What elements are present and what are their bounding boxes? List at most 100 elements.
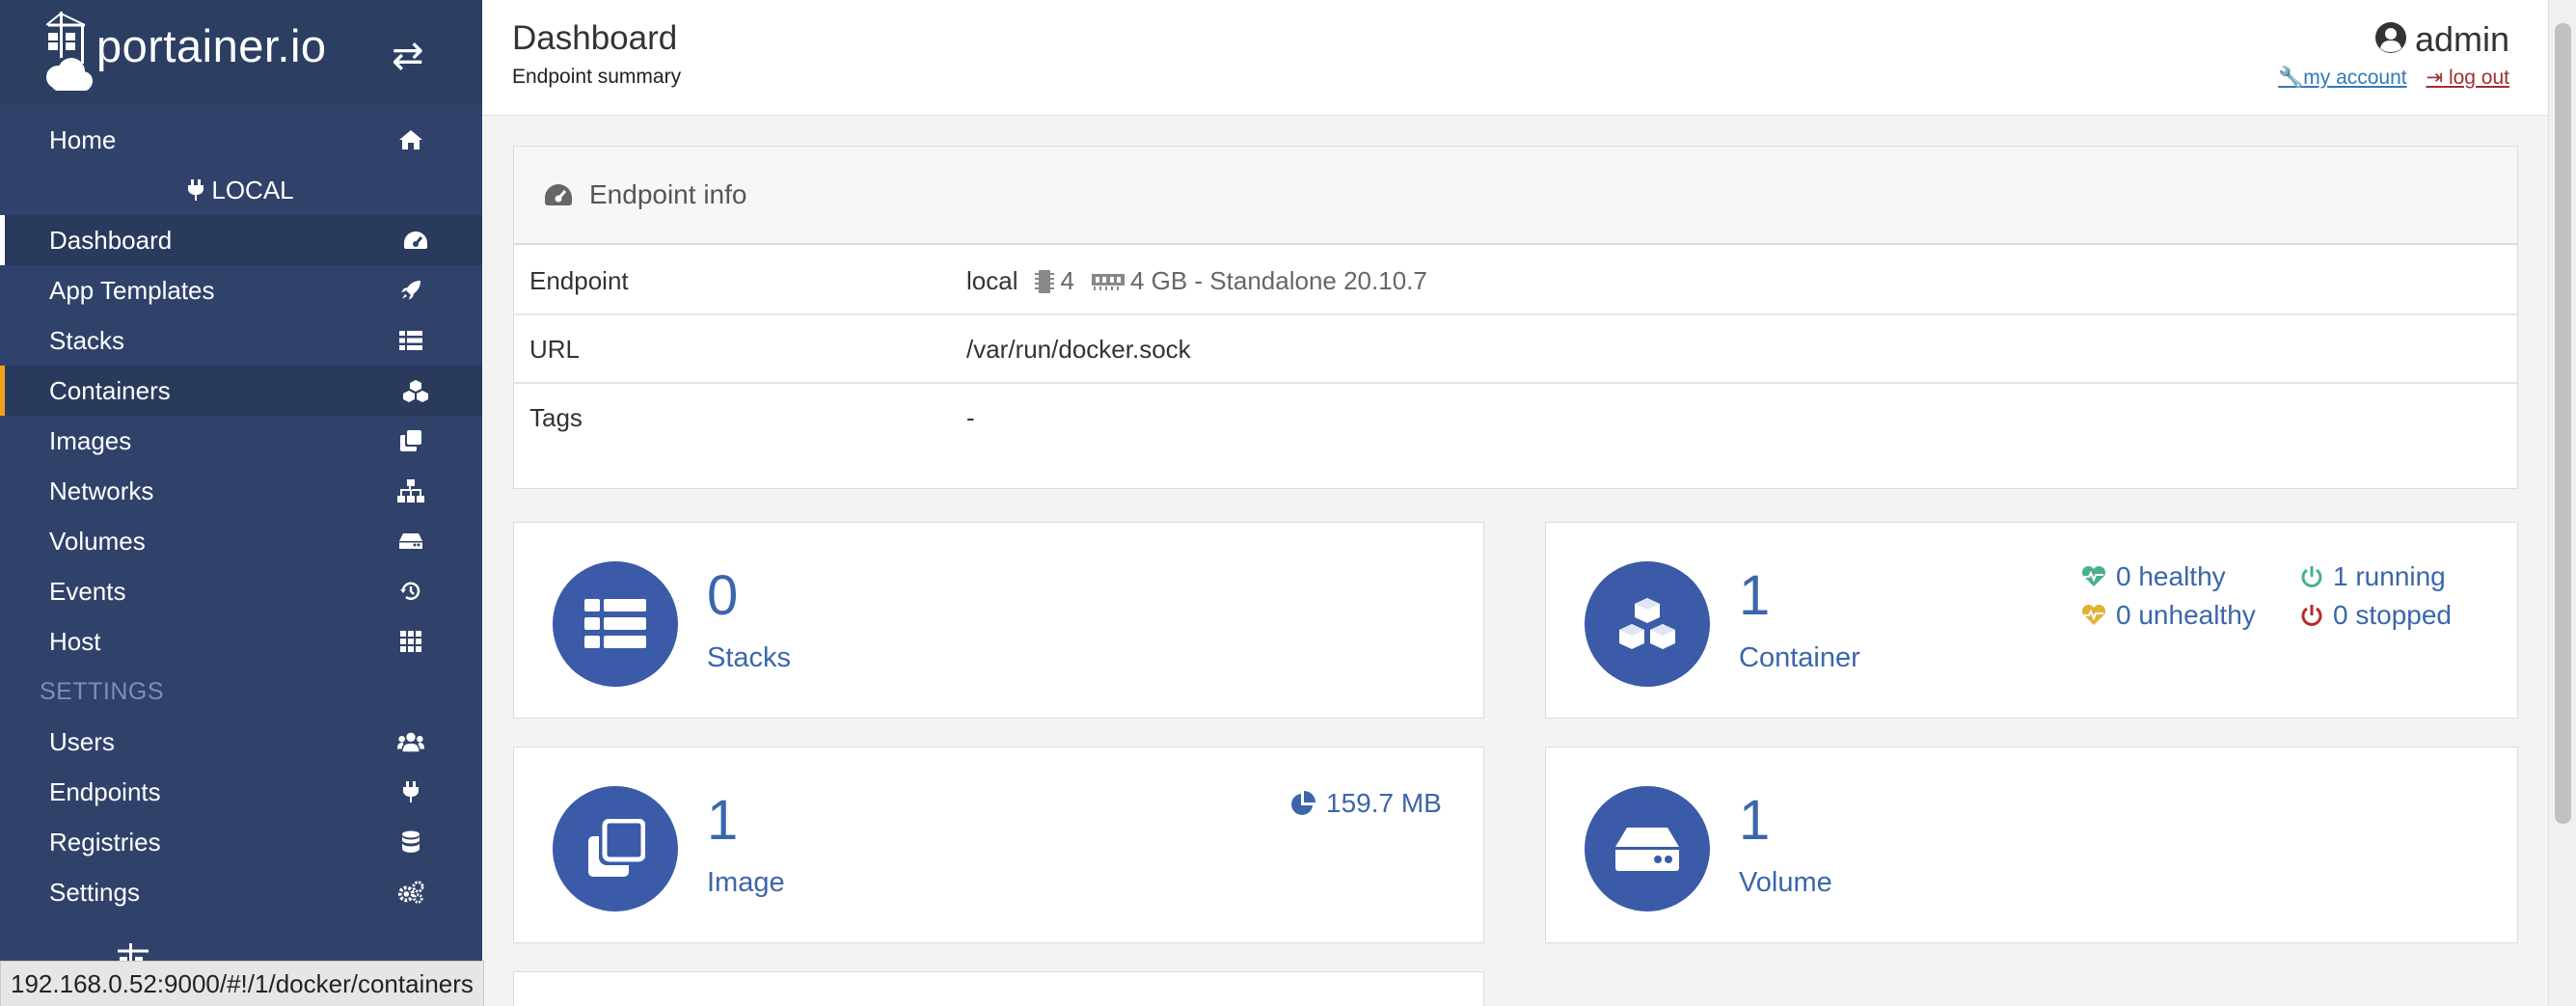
plug-icon: [397, 779, 424, 804]
containers-count: 1: [1739, 564, 1771, 627]
images-label: Image: [707, 867, 785, 898]
healthy-label: 0 healthy: [2116, 561, 2226, 591]
power-off-icon: [2301, 605, 2322, 626]
pie-chart-icon: [1291, 791, 1315, 815]
sitemap-icon: [397, 478, 424, 503]
endpoint-name-value: local: [966, 266, 1018, 295]
images-size: 159.7 MB: [1289, 788, 1442, 819]
sidebar-item-images[interactable]: Images: [0, 416, 482, 466]
info-key: Endpoint: [529, 266, 629, 295]
volumes-label: Volume: [1739, 867, 1832, 898]
sidebar-item-registries[interactable]: Registries: [0, 817, 482, 867]
hdd-icon: [1585, 786, 1710, 911]
volumes-tile[interactable]: 1 Volume: [1545, 747, 2518, 943]
scrollbar-thumb[interactable]: [2555, 23, 2571, 824]
page-title: Dashboard: [512, 19, 678, 57]
portainer-logo-icon[interactable]: [46, 12, 96, 95]
unhealthy-count: 0 unhealthy: [2081, 600, 2256, 631]
sidebar-item-containers[interactable]: Containers: [0, 366, 482, 416]
info-row-url: URL /var/run/docker.sock: [514, 315, 2517, 384]
sidebar-item-endpoints[interactable]: Endpoints: [0, 767, 482, 817]
home-icon: [397, 127, 424, 152]
user-links: 🔧my account ⇥ log out: [2278, 66, 2509, 90]
wrench-icon: 🔧: [2278, 67, 2304, 89]
tachometer-icon: [545, 184, 572, 205]
brand-name[interactable]: portainer.io: [96, 19, 327, 72]
heartbeat-icon: [2081, 605, 2106, 625]
sidebar-item-dashboard[interactable]: Dashboard: [0, 215, 482, 265]
page-subtitle: Endpoint summary: [512, 66, 682, 88]
stopped-count: 0 stopped: [2300, 600, 2452, 631]
unhealthy-label: 0 unhealthy: [2116, 600, 2256, 630]
sidebar: portainer.io ⇄ Home LOCAL Dashboard App …: [0, 0, 482, 1006]
th-icon: [397, 629, 424, 654]
stopped-label: 0 stopped: [2333, 600, 2452, 630]
cogs-icon: [397, 880, 424, 905]
stacks-count: 0: [707, 564, 739, 627]
sidebar-item-stacks[interactable]: Stacks: [0, 315, 482, 366]
sidebar-item-events[interactable]: Events: [0, 566, 482, 616]
settings-heading: SETTINGS: [40, 677, 165, 705]
microchip-icon: [1035, 269, 1055, 293]
clone-icon: [553, 786, 678, 911]
panel-header: Endpoint info: [514, 147, 2517, 245]
page-header: Dashboard Endpoint summary admin 🔧my acc…: [482, 0, 2548, 116]
log-out-link[interactable]: ⇥ log out: [2426, 67, 2509, 89]
images-tile[interactable]: 1 Image 159.7 MB: [513, 747, 1484, 943]
username: admin: [2414, 19, 2509, 59]
sidebar-toggle-icon[interactable]: ⇄: [392, 37, 424, 75]
sidebar-item-volumes[interactable]: Volumes: [0, 516, 482, 566]
power-off-icon: [2301, 566, 2322, 587]
endpoint-name: LOCAL: [211, 175, 294, 204]
sidebar-item-home[interactable]: Home: [0, 115, 482, 165]
sidebar-item-networks[interactable]: Networks: [0, 466, 482, 516]
cpu-count: 4: [1060, 266, 1074, 295]
clone-icon: [397, 428, 424, 453]
info-value: -: [966, 403, 975, 432]
sidebar-item-settings[interactable]: Settings: [0, 867, 482, 917]
info-key: URL: [529, 335, 581, 364]
endpoint-resources: 4 4 GB - Standalone 20.10.7: [1017, 266, 1427, 296]
sidebar-item-host[interactable]: Host: [0, 616, 482, 666]
my-account-label: my account: [2303, 67, 2407, 89]
cubes-icon: [1585, 561, 1710, 687]
info-value: local 4 4 GB - Standalone 20.10.7: [966, 266, 1427, 296]
sidebar-item-app-templates[interactable]: App Templates: [0, 265, 482, 315]
running-count: 1 running: [2300, 561, 2446, 592]
info-row-endpoint: Endpoint local 4 4 GB - Standalone 20.10…: [514, 247, 2517, 315]
sidebar-item-users[interactable]: Users: [0, 717, 482, 767]
cubes-icon: [402, 378, 429, 403]
user-menu: admin: [2162, 19, 2548, 63]
endpoint-name-label: LOCAL: [0, 165, 482, 215]
sign-out-icon: ⇥: [2426, 67, 2444, 89]
memory-and-type: 4 GB - Standalone 20.10.7: [1129, 266, 1427, 295]
info-key: Tags: [529, 403, 583, 432]
database-icon: [397, 829, 424, 855]
my-account-link[interactable]: 🔧my account: [2278, 67, 2407, 89]
link-preview-statusbar: 192.168.0.52:9000/#!/1/docker/containers: [0, 961, 484, 1006]
rocket-icon: [397, 278, 424, 303]
hdd-icon: [397, 529, 424, 554]
brand-header: portainer.io ⇄: [0, 0, 482, 104]
next-tile-partial: [513, 971, 1484, 1006]
stacks-tile[interactable]: 0 Stacks: [513, 522, 1484, 719]
page-scrollbar[interactable]: [2548, 0, 2576, 1006]
heartbeat-icon: [2081, 566, 2106, 586]
stacks-icon: [553, 561, 678, 687]
th-list-icon: [397, 328, 424, 353]
stacks-label: Stacks: [707, 642, 792, 673]
images-count: 1: [707, 789, 739, 852]
memory-icon: [1091, 273, 1125, 290]
images-size-label: 159.7 MB: [1326, 788, 1442, 818]
info-value: /var/run/docker.sock: [966, 335, 1191, 364]
containers-label: Container: [1739, 642, 1860, 673]
history-icon: [397, 579, 424, 604]
endpoint-info-panel: Endpoint info Endpoint local 4 4 GB - St…: [513, 146, 2518, 489]
volumes-count: 1: [1739, 789, 1771, 852]
containers-tile[interactable]: 1 Container 0 healthy 0 unhealthy 1 runn…: [1545, 522, 2518, 719]
plug-icon: [188, 179, 204, 201]
log-out-label: log out: [2448, 67, 2509, 89]
info-row-tags: Tags -: [514, 384, 2517, 452]
users-icon: [397, 729, 424, 754]
panel-title: Endpoint info: [589, 179, 747, 209]
